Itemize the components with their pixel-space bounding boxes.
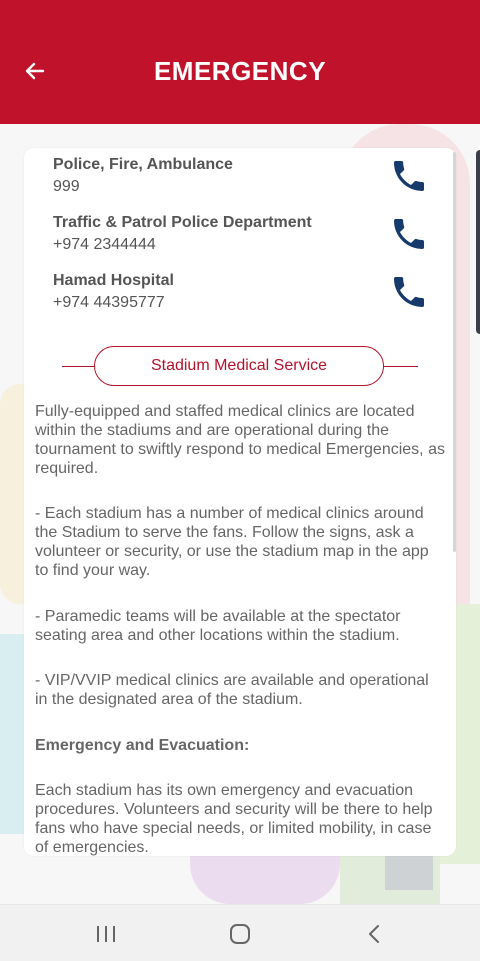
page-title: EMERGENCY [153,56,327,86]
subheading: Emergency and Evacuation: [35,737,250,754]
info-paragraph: - Paramedic teams will be available at t… [35,608,401,644]
contact-item: Traffic & Patrol Police Department +974 … [53,214,443,266]
section-title: Stadium Medical Service [94,346,384,386]
info-paragraph: - VIP/VVIP medical clinics are available… [35,672,429,708]
app-header: EMERGENCY [0,0,480,124]
edge-panel-handle[interactable] [476,150,480,334]
contact-item: Hamad Hospital +974 44395777 [53,272,443,324]
contact-number: +974 44395777 [53,294,165,311]
call-button[interactable] [389,214,429,254]
section-header: Stadium Medical Service [62,346,418,388]
phone-icon [394,219,424,249]
phone-icon [394,161,424,191]
content-card: Police, Fire, Ambulance 999 Traffic & Pa… [24,148,456,856]
system-nav-bar [0,904,480,961]
divider-line [382,366,418,367]
contact-number: +974 2344444 [53,236,156,253]
contact-name: Police, Fire, Ambulance [53,156,233,173]
info-paragraph: Each stadium has its own emergency and e… [35,782,433,856]
contact-item: Police, Fire, Ambulance 999 [53,156,443,208]
info-paragraph: - Each stadium has a number of medical c… [35,505,429,579]
contact-name: Hamad Hospital [53,272,174,289]
call-button[interactable] [389,156,429,196]
phone-icon [394,277,424,307]
back-chevron-icon [369,925,379,943]
recent-apps-icon [97,926,115,942]
home-button[interactable] [220,919,260,949]
contact-number: 999 [53,178,80,195]
nav-back-button[interactable] [354,919,394,949]
call-button[interactable] [389,272,429,312]
scrollbar[interactable] [453,152,456,552]
home-icon [230,924,250,944]
divider-line [62,366,96,367]
recent-apps-button[interactable] [86,919,126,949]
contact-name: Traffic & Patrol Police Department [53,214,312,231]
info-paragraph: Fully-equipped and staffed medical clini… [35,403,445,477]
